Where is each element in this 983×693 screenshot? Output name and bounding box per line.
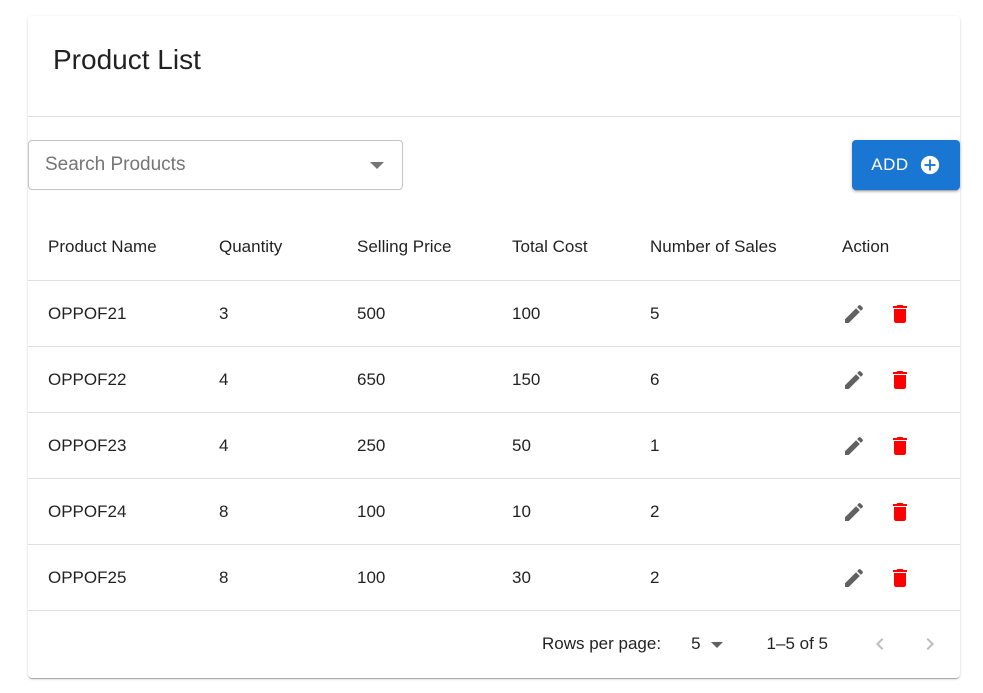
table-header-row: Product Name Quantity Selling Price Tota… — [28, 214, 960, 281]
column-header-quantity[interactable]: Quantity — [199, 214, 337, 281]
page-title: Product List — [53, 44, 201, 75]
trash-icon[interactable] — [888, 566, 912, 590]
column-header-action: Action — [822, 214, 960, 281]
cell-actions — [822, 478, 960, 545]
add-button-label: ADD — [871, 155, 909, 174]
cell-product-name: OPPOF25 — [28, 544, 199, 611]
column-header-number-of-sales[interactable]: Number of Sales — [630, 214, 822, 281]
cell-product-name: OPPOF22 — [28, 346, 199, 413]
rows-per-page-select[interactable]: 5 — [691, 634, 723, 654]
trash-icon[interactable] — [888, 302, 912, 326]
cell-product-name: OPPOF21 — [28, 280, 199, 347]
cell-selling-price: 650 — [337, 346, 492, 413]
search-input[interactable] — [45, 141, 355, 189]
cell-total-cost: 50 — [492, 412, 630, 479]
cell-total-cost: 30 — [492, 544, 630, 611]
cell-selling-price: 250 — [337, 412, 492, 479]
rows-per-page-value: 5 — [691, 634, 701, 653]
cell-number-of-sales: 5 — [630, 280, 822, 347]
trash-icon[interactable] — [888, 434, 912, 458]
card-header: Product List — [28, 16, 960, 117]
table-row: OPPOF22 4 650 150 6 — [28, 346, 960, 413]
table-row: OPPOF25 8 100 30 2 — [28, 544, 960, 611]
cell-actions — [822, 280, 960, 347]
cell-number-of-sales: 6 — [630, 346, 822, 413]
cell-quantity: 3 — [199, 280, 337, 347]
pagination-range: 1–5 of 5 — [766, 634, 828, 653]
pencil-icon[interactable] — [842, 368, 866, 392]
add-product-button[interactable]: ADD — [852, 140, 960, 190]
column-header-selling-price[interactable]: Selling Price — [337, 214, 492, 281]
cell-actions — [822, 544, 960, 611]
table-row: OPPOF21 3 500 100 5 — [28, 280, 960, 347]
product-table: Product Name Quantity Selling Price Tota… — [28, 214, 960, 611]
pencil-icon[interactable] — [842, 434, 866, 458]
column-header-product-name[interactable]: Product Name — [28, 214, 199, 281]
cell-total-cost: 10 — [492, 478, 630, 545]
cell-selling-price: 100 — [337, 478, 492, 545]
trash-icon[interactable] — [888, 368, 912, 392]
pencil-icon[interactable] — [842, 302, 866, 326]
cell-product-name: OPPOF23 — [28, 412, 199, 479]
table-row: OPPOF23 4 250 50 1 — [28, 412, 960, 479]
chevron-down-icon — [710, 642, 723, 648]
cell-actions — [822, 346, 960, 413]
pencil-icon[interactable] — [842, 500, 866, 524]
table-pagination: Rows per page: 5 1–5 of 5 — [28, 614, 960, 674]
cell-selling-price: 100 — [337, 544, 492, 611]
toolbar: ADD — [28, 140, 960, 190]
cell-total-cost: 150 — [492, 346, 630, 413]
cell-product-name: OPPOF24 — [28, 478, 199, 545]
cell-quantity: 8 — [199, 544, 337, 611]
column-header-total-cost[interactable]: Total Cost — [492, 214, 630, 281]
cell-quantity: 4 — [199, 346, 337, 413]
next-page-icon[interactable] — [918, 632, 942, 656]
cell-number-of-sales: 2 — [630, 478, 822, 545]
cell-actions — [822, 412, 960, 479]
pencil-icon[interactable] — [842, 566, 866, 590]
table-row: OPPOF24 8 100 10 2 — [28, 478, 960, 545]
rows-per-page-label: Rows per page: — [542, 634, 662, 653]
trash-icon[interactable] — [888, 500, 912, 524]
search-select[interactable] — [28, 140, 403, 190]
add-circle-icon — [920, 155, 939, 175]
cell-total-cost: 100 — [492, 280, 630, 347]
chevron-down-icon[interactable] — [370, 162, 384, 169]
cell-quantity: 8 — [199, 478, 337, 545]
cell-selling-price: 500 — [337, 280, 492, 347]
cell-number-of-sales: 1 — [630, 412, 822, 479]
previous-page-icon[interactable] — [868, 632, 892, 656]
cell-quantity: 4 — [199, 412, 337, 479]
product-list-card: Product List ADD Product Name Quantity S… — [28, 16, 960, 678]
cell-number-of-sales: 2 — [630, 544, 822, 611]
